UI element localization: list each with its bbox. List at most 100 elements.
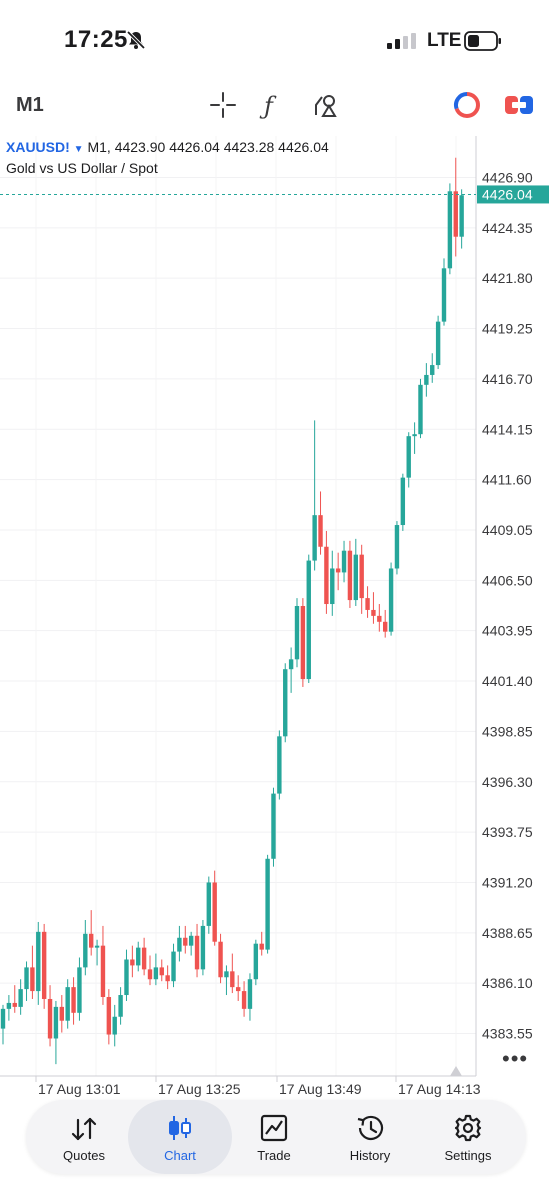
candle-body xyxy=(12,1002,17,1007)
candle-body xyxy=(159,967,164,976)
candle-body xyxy=(94,945,100,948)
y-tick-label: 4416.70 xyxy=(482,371,533,387)
y-tick-label: 4419.25 xyxy=(482,321,533,337)
candle-body xyxy=(130,959,135,966)
nav-chart-label: Chart xyxy=(164,1148,196,1163)
candle-body xyxy=(188,935,194,946)
candle-body xyxy=(77,967,82,1013)
nav-history[interactable]: History xyxy=(322,1100,418,1174)
candle-body xyxy=(24,967,29,990)
candle-body xyxy=(300,606,306,680)
candle-body xyxy=(359,554,364,599)
candle-body xyxy=(394,525,400,569)
y-tick-label: 4411.60 xyxy=(482,472,532,488)
nav-settings[interactable]: Settings xyxy=(420,1100,516,1174)
x-tick-label: 17 Aug 13:49 xyxy=(279,1081,362,1097)
instrument-info: XAUUSD! ▼ M1, 4423.90 4426.04 4423.28 44… xyxy=(6,138,329,178)
history-icon xyxy=(357,1115,384,1141)
y-tick-label: 4406.50 xyxy=(482,572,533,588)
candle-body xyxy=(118,995,123,1017)
candle-body xyxy=(136,947,141,966)
candle-body xyxy=(83,933,88,968)
candle-body xyxy=(106,997,112,1035)
nav-history-label: History xyxy=(349,1148,391,1163)
symbol-name[interactable]: XAUUSD! xyxy=(6,139,70,155)
candle-body xyxy=(100,945,106,998)
candle-body xyxy=(312,515,317,561)
y-tick-label: 4401.40 xyxy=(482,673,533,689)
y-tick-label: 4398.85 xyxy=(482,723,533,739)
y-tick-label: 4409.05 xyxy=(482,522,533,538)
candle-body xyxy=(418,384,423,435)
symbol-description: Gold vs US Dollar / Spot xyxy=(6,160,158,176)
y-tick-label: 4393.75 xyxy=(482,824,533,840)
candle-body xyxy=(283,669,288,737)
candle-body xyxy=(347,550,353,601)
candle-body xyxy=(271,793,276,859)
candle-body xyxy=(388,568,394,632)
candle-body xyxy=(65,987,70,1021)
candle-body xyxy=(288,659,294,670)
candle-body xyxy=(324,546,329,605)
candle-body xyxy=(447,191,453,269)
current-price-label: 4426.04 xyxy=(482,186,533,202)
candle-body xyxy=(141,947,147,970)
candle-body xyxy=(277,736,282,794)
candle-body xyxy=(318,515,323,547)
candle-body xyxy=(330,568,335,605)
candle-body xyxy=(206,882,211,926)
candle-body xyxy=(453,191,458,237)
symbol-dropdown-icon[interactable]: ▼ xyxy=(74,144,84,155)
candle-body xyxy=(212,882,217,942)
quotes-icon xyxy=(71,1117,97,1141)
candle-body xyxy=(371,609,376,616)
y-tick-label: 4421.80 xyxy=(482,270,533,286)
candle-body xyxy=(165,975,170,982)
more-options-button[interactable]: ••• xyxy=(502,1046,528,1072)
candle-body xyxy=(253,943,259,980)
nav-chart[interactable]: Chart xyxy=(128,1100,232,1174)
x-tick-label: 17 Aug 14:13 xyxy=(398,1081,481,1097)
candle-body xyxy=(200,925,206,970)
candle-body xyxy=(6,1002,12,1009)
candle-body xyxy=(177,937,182,952)
y-tick-label: 4426.90 xyxy=(482,169,533,185)
y-tick-label: 4414.15 xyxy=(482,421,533,437)
chart-candles-icon xyxy=(169,1116,191,1140)
candle-body xyxy=(383,621,388,632)
ohlc-values: M1, 4423.90 4426.04 4423.28 4426.04 xyxy=(87,139,329,155)
candle-body xyxy=(194,935,200,970)
nav-quotes[interactable]: Quotes xyxy=(36,1100,132,1174)
candle-body xyxy=(59,1006,64,1021)
candle-body xyxy=(259,943,264,950)
candle-body xyxy=(406,436,411,478)
candle-body xyxy=(306,560,311,680)
candle-body xyxy=(171,951,176,982)
chart-shift-marker xyxy=(450,1066,462,1076)
candle-body xyxy=(400,477,406,526)
candle-body xyxy=(218,941,223,978)
candle-body xyxy=(36,931,41,992)
nav-quotes-label: Quotes xyxy=(63,1148,105,1163)
bottom-navigation: Quotes Chart Trade History Settings xyxy=(26,1100,526,1174)
candle-body xyxy=(265,858,270,950)
y-tick-label: 4391.20 xyxy=(482,874,533,890)
y-tick-label: 4403.95 xyxy=(482,623,533,639)
candle-body xyxy=(377,615,382,622)
y-tick-label: 4383.55 xyxy=(482,1026,533,1042)
y-tick-label: 4386.10 xyxy=(482,975,533,991)
candle-body xyxy=(41,931,47,999)
settings-icon xyxy=(454,1114,482,1142)
candle-body xyxy=(435,321,441,366)
nav-trade[interactable]: Trade xyxy=(226,1100,322,1174)
candle-body xyxy=(112,1016,117,1035)
x-tick-label: 17 Aug 13:01 xyxy=(38,1081,121,1097)
candle-body xyxy=(224,971,229,978)
candle-body xyxy=(71,987,76,1013)
candle-body xyxy=(236,987,241,992)
candle-body xyxy=(241,991,247,1009)
candle-body xyxy=(183,937,188,946)
candle-body xyxy=(247,979,253,1009)
x-tick-label: 17 Aug 13:25 xyxy=(158,1081,241,1097)
candle-body xyxy=(430,365,435,375)
